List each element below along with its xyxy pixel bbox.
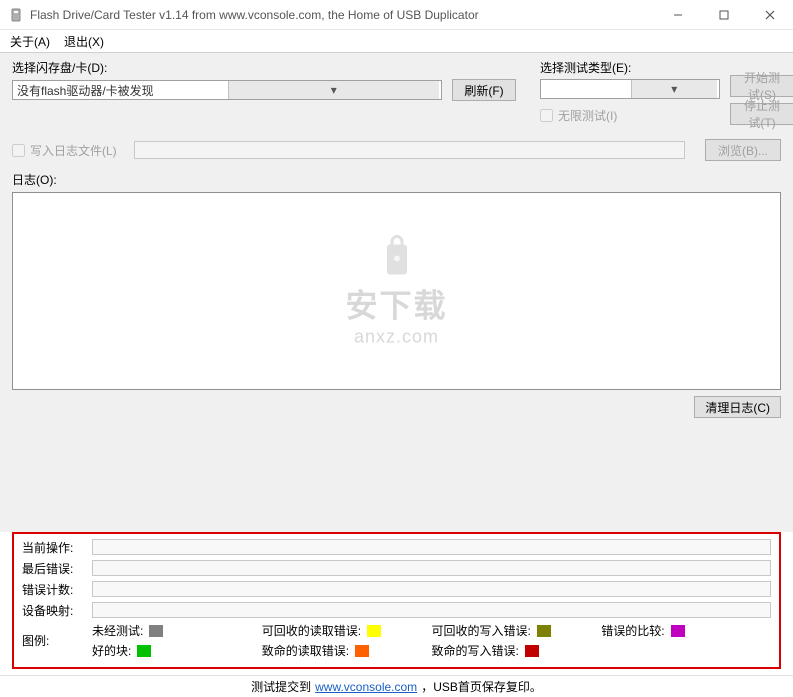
swatch-fatal-read (355, 645, 369, 657)
drive-dropdown-value: 没有flash驱动器/卡被发现 (17, 82, 228, 99)
legend-good-block: 好的块: (92, 642, 262, 659)
stop-test-button[interactable]: 停止测试(T) (730, 103, 793, 125)
legend-compare-error: 错误的比较: (601, 622, 771, 639)
minimize-button[interactable] (655, 0, 701, 29)
maximize-button[interactable] (701, 0, 747, 29)
legend-fatal-write: 致命的写入错误: (432, 642, 602, 659)
footer-pre: 测试提交到 (251, 678, 311, 695)
swatch-compare-error (671, 625, 685, 637)
swatch-fatal-write (525, 645, 539, 657)
write-log-label: 写入日志文件(L) (30, 142, 117, 159)
test-type-dropdown[interactable]: ▾ (540, 79, 720, 99)
app-icon (8, 7, 24, 23)
status-panel: 当前操作: 最后错误: 错误计数: 设备映射: 图例: 未经测试: 可回收的读取… (12, 532, 781, 669)
chevron-down-icon: ▾ (631, 80, 718, 98)
error-count-label: 错误计数: (22, 581, 92, 598)
swatch-untested (149, 625, 163, 637)
menu-about[interactable]: 关于(A) (10, 33, 50, 50)
swatch-recoverable-write (537, 625, 551, 637)
drive-dropdown[interactable]: 没有flash驱动器/卡被发现 ▾ (12, 80, 442, 100)
swatch-recoverable-read (367, 625, 381, 637)
log-textarea[interactable]: 安下载 anxz.com (12, 192, 781, 390)
legend-recoverable-write: 可回收的写入错误: (432, 622, 602, 639)
write-log-input (12, 144, 25, 157)
close-button[interactable] (747, 0, 793, 29)
menu-exit[interactable]: 退出(X) (64, 33, 104, 50)
legend-untested: 未经测试: (92, 622, 262, 639)
footer-link[interactable]: www.vconsole.com (315, 680, 417, 694)
last-error-field (92, 560, 771, 576)
legend-recoverable-read: 可回收的读取错误: (262, 622, 432, 639)
select-drive-label: 选择闪存盘/卡(D): (12, 59, 524, 76)
write-log-checkbox: 写入日志文件(L) (12, 142, 124, 159)
current-op-label: 当前操作: (22, 539, 92, 556)
refresh-button[interactable]: 刷新(F) (452, 79, 516, 101)
current-op-field (92, 539, 771, 555)
log-label: 日志(O): (12, 171, 781, 188)
start-test-button[interactable]: 开始测试(S) (730, 75, 793, 97)
chevron-down-icon: ▾ (228, 81, 440, 99)
error-count-field (92, 581, 771, 597)
log-path-field (134, 141, 685, 159)
unlimited-test-input (540, 109, 553, 122)
legend-fatal-read: 致命的读取错误: (262, 642, 432, 659)
watermark: 安下载 anxz.com (345, 235, 447, 348)
test-type-label: 选择测试类型(E): (540, 59, 720, 76)
footer-post: ，USB首页保存复印。 (421, 678, 542, 695)
unlimited-test-label: 无限测试(I) (558, 107, 617, 124)
device-map-field (92, 602, 771, 618)
browse-button[interactable]: 浏览(B)... (705, 139, 781, 161)
swatch-good-block (137, 645, 151, 657)
last-error-label: 最后错误: (22, 560, 92, 577)
legend-label: 图例: (22, 632, 92, 649)
device-map-label: 设备映射: (22, 602, 92, 619)
window-title: Flash Drive/Card Tester v1.14 from www.v… (30, 8, 655, 22)
unlimited-test-checkbox: 无限测试(I) (540, 107, 617, 124)
clear-log-button[interactable]: 清理日志(C) (694, 396, 781, 418)
footer: 测试提交到 www.vconsole.com ，USB首页保存复印。 (0, 675, 793, 697)
